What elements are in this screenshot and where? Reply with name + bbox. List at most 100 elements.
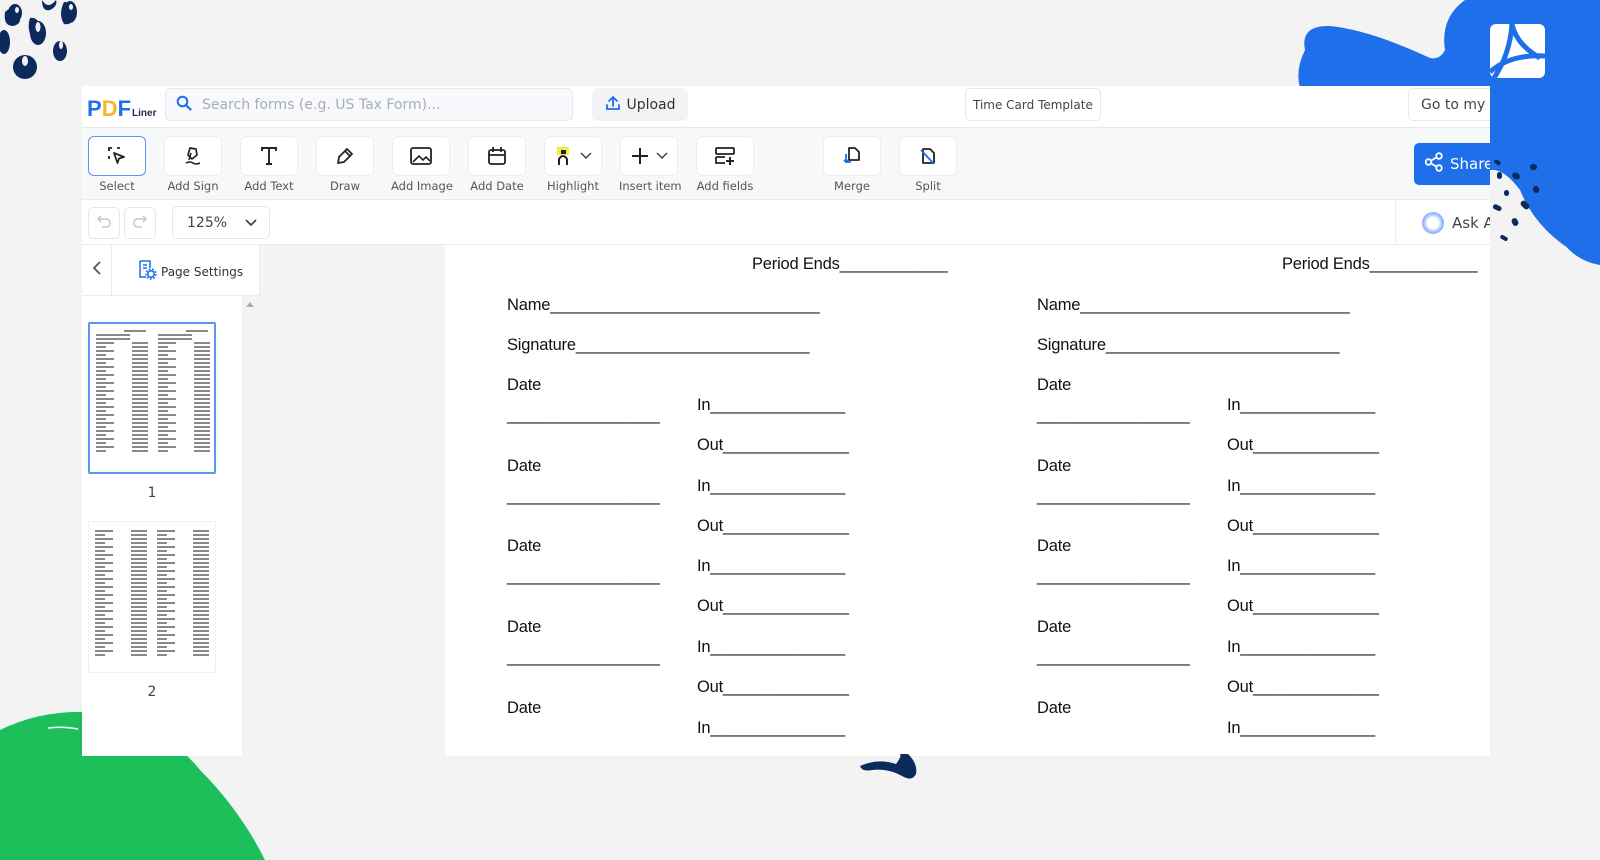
pdf-editor-window: PDFLiner Upload Time Card Template Go to… — [82, 86, 1490, 756]
undo-button[interactable] — [88, 207, 120, 239]
thumbnail-line — [131, 606, 147, 608]
thumbnail-line — [95, 546, 113, 548]
share-label: Share — [1450, 155, 1490, 173]
thumbnail-line — [96, 358, 114, 360]
pen-icon — [334, 145, 356, 167]
signature-field[interactable]: Signature__________________________ — [507, 336, 809, 355]
out-time-field[interactable]: Out______________ — [1227, 436, 1379, 455]
logo-letter: P — [87, 96, 102, 121]
ask-ai-button[interactable]: Ask A — [1395, 201, 1490, 245]
out-time-field[interactable]: Out______________ — [697, 678, 849, 697]
plus-icon — [630, 146, 650, 166]
date-label[interactable]: Date — [1037, 699, 1071, 718]
thumbnail-line — [96, 414, 114, 416]
thumbnail-line — [193, 582, 209, 584]
out-time-field[interactable]: Out______________ — [1227, 678, 1379, 697]
date-field[interactable]: _________________ — [507, 648, 660, 667]
go-to-my-documents-button[interactable]: Go to my — [1408, 88, 1490, 121]
thumbnail-line — [193, 574, 209, 576]
thumbnail-scrollbar[interactable] — [242, 296, 260, 756]
date-field[interactable]: _________________ — [507, 567, 660, 586]
thumbnail-line — [131, 594, 147, 596]
tool-add-text[interactable]: Add Text — [239, 136, 299, 193]
tool-label: Insert item — [619, 179, 682, 193]
in-time-field[interactable]: In_______________ — [697, 719, 845, 738]
date-field[interactable]: _________________ — [1037, 567, 1190, 586]
in-time-field[interactable]: In_______________ — [1227, 477, 1375, 496]
in-time-field[interactable]: In_______________ — [697, 638, 845, 657]
date-field[interactable]: _________________ — [1037, 487, 1190, 506]
tool-add-fields[interactable]: Add fields — [695, 136, 755, 193]
thumbnail-line — [132, 394, 148, 396]
search-input[interactable] — [202, 96, 562, 113]
page-settings-button[interactable]: Page Settings — [137, 259, 243, 284]
out-time-field[interactable]: Out______________ — [697, 517, 849, 536]
in-time-field[interactable]: In_______________ — [697, 557, 845, 576]
page-thumbnail-1[interactable] — [88, 322, 216, 474]
tool-label: Add Text — [244, 179, 294, 193]
in-time-field[interactable]: In_______________ — [1227, 396, 1375, 415]
tool-split[interactable]: Split — [898, 136, 958, 193]
in-time-field[interactable]: In_______________ — [1227, 719, 1375, 738]
date-label[interactable]: Date — [507, 457, 541, 476]
redo-button[interactable] — [124, 207, 156, 239]
scroll-up-arrow-icon[interactable] — [246, 302, 254, 307]
date-label[interactable]: Date — [1037, 376, 1071, 395]
logo-letter: D — [101, 96, 118, 121]
out-time-field[interactable]: Out______________ — [1227, 597, 1379, 616]
share-button[interactable]: Share — [1414, 143, 1490, 185]
thumbnail-line — [157, 570, 175, 572]
period-ends-field[interactable]: Period Ends____________ — [752, 255, 948, 274]
in-time-field[interactable]: In_______________ — [697, 396, 845, 415]
document-title[interactable]: Time Card Template — [965, 88, 1101, 121]
thumbnail-line — [132, 342, 148, 344]
date-field[interactable]: _________________ — [507, 406, 660, 425]
thumbnail-line — [194, 442, 210, 444]
out-time-field[interactable]: Out______________ — [1227, 517, 1379, 536]
tool-select[interactable]: Select — [87, 136, 147, 193]
date-label[interactable]: Date — [507, 537, 541, 556]
date-label[interactable]: Date — [507, 699, 541, 718]
tool-draw[interactable]: Draw — [315, 136, 375, 193]
tool-highlight[interactable]: Highlight — [543, 136, 603, 193]
thumbnail-line — [131, 534, 147, 536]
page-thumbnails-sidebar: Page Settings 1 2 — [82, 245, 260, 756]
date-label[interactable]: Date — [1037, 457, 1071, 476]
date-label[interactable]: Date — [507, 376, 541, 395]
thumbnail-line — [158, 382, 176, 384]
tool-add-image[interactable]: Add Image — [391, 136, 453, 193]
collapse-sidebar-button[interactable] — [82, 245, 112, 295]
upload-button[interactable]: Upload — [592, 88, 688, 121]
tool-insert-item[interactable]: Insert item — [619, 136, 682, 193]
date-field[interactable]: _________________ — [1037, 406, 1190, 425]
thumbnail-line — [95, 530, 113, 532]
in-time-field[interactable]: In_______________ — [697, 477, 845, 496]
date-field[interactable]: _________________ — [507, 487, 660, 506]
thumbnail-row — [96, 450, 148, 454]
period-ends-field[interactable]: Period Ends____________ — [1282, 255, 1478, 274]
date-field[interactable]: _________________ — [1037, 648, 1190, 667]
date-label[interactable]: Date — [1037, 537, 1071, 556]
thumbnail-line — [132, 346, 148, 348]
thumbnail-line — [194, 450, 210, 452]
name-field[interactable]: Name______________________________ — [507, 296, 820, 315]
out-time-field[interactable]: Out______________ — [697, 597, 849, 616]
thumbnail-line — [193, 626, 209, 628]
name-field[interactable]: Name______________________________ — [1037, 296, 1350, 315]
signature-field[interactable]: Signature__________________________ — [1037, 336, 1339, 355]
pdfliner-logo[interactable]: P D F Liner — [87, 93, 156, 121]
tool-add-sign[interactable]: Add Sign — [163, 136, 223, 193]
tool-merge[interactable]: Merge — [822, 136, 882, 193]
thumbnail-line — [157, 574, 167, 576]
in-time-field[interactable]: In_______________ — [1227, 638, 1375, 657]
in-time-field[interactable]: In_______________ — [1227, 557, 1375, 576]
out-time-field[interactable]: Out______________ — [697, 436, 849, 455]
thumbnail-line — [96, 434, 106, 436]
date-label[interactable]: Date — [1037, 618, 1071, 637]
zoom-level-select[interactable]: 125% — [172, 206, 270, 239]
tool-add-date[interactable]: Add Date — [467, 136, 527, 193]
date-label[interactable]: Date — [507, 618, 541, 637]
thumbnail-row — [158, 450, 210, 454]
thumbnail-line — [194, 414, 210, 416]
page-thumbnail-2[interactable] — [88, 521, 216, 673]
